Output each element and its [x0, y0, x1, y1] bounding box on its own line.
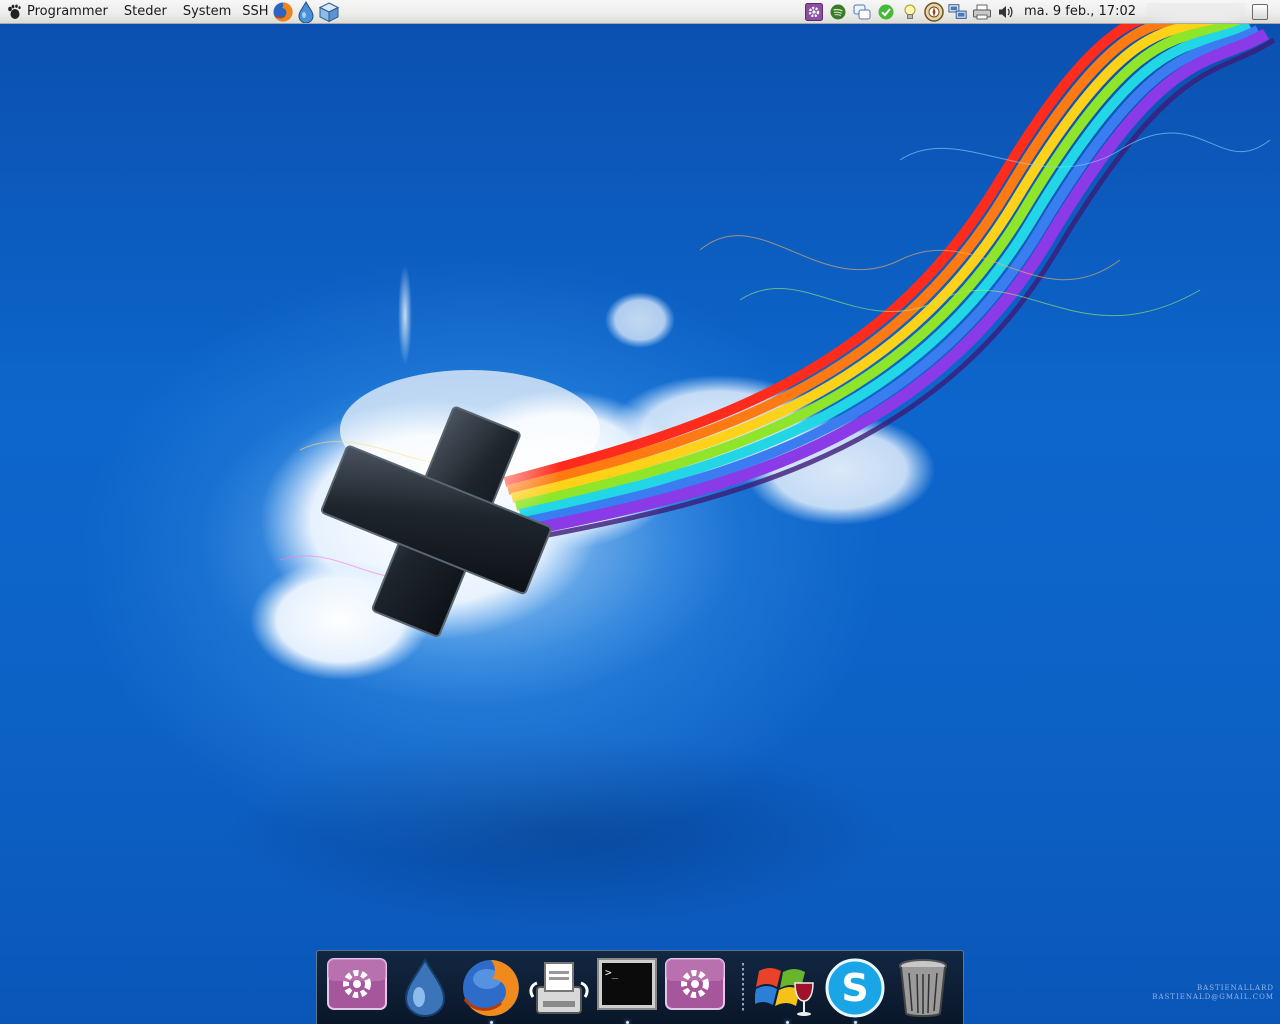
dock-separator — [742, 963, 744, 1013]
network-icon — [948, 3, 967, 19]
tray-compass[interactable] — [924, 1, 944, 22]
firefox-launcher[interactable] — [272, 1, 294, 23]
dock-item-trash[interactable] — [891, 957, 955, 1023]
credit-name: BASTIENALLARD — [1197, 984, 1274, 992]
clock[interactable]: ma. 9 feb., 17:02 — [1018, 4, 1146, 19]
system-menu[interactable]: System — [175, 0, 239, 24]
printer-icon — [973, 4, 991, 19]
user-switcher[interactable] — [1146, 2, 1246, 21]
wallpaper-artwork — [250, 5, 1276, 680]
top-panel: Programmer Steder System SSH ma. 9 feb.,… — [0, 0, 1280, 24]
shutdown-button[interactable] — [1252, 3, 1268, 20]
applications-menu[interactable]: Programmer — [0, 0, 116, 24]
terminal-icon: >_ — [597, 958, 657, 1010]
dock-item-settings-2[interactable] — [663, 957, 727, 1023]
dock-item-skype[interactable]: S — [823, 957, 887, 1024]
deluge-launcher[interactable] — [295, 0, 317, 23]
lightbulb-icon — [904, 4, 916, 19]
volume-icon — [999, 5, 1013, 18]
tray-printer[interactable] — [972, 2, 992, 22]
tray-network[interactable] — [948, 2, 968, 22]
dock-item-deluge[interactable] — [393, 957, 457, 1023]
gnome-foot-icon — [8, 4, 21, 19]
settings-gear-icon — [327, 958, 387, 1010]
dock-item-settings[interactable] — [325, 957, 389, 1023]
chat-bubble-icon — [853, 4, 871, 19]
dock-item-scanner[interactable] — [527, 957, 591, 1023]
deluge-drop-icon — [298, 0, 314, 23]
trash-icon — [899, 959, 947, 1017]
dock: >_ S — [316, 950, 964, 1024]
tray-status[interactable] — [876, 2, 896, 22]
tray-volume[interactable] — [996, 2, 1016, 22]
tray-chat[interactable] — [852, 2, 872, 22]
firefox-icon — [463, 960, 519, 1016]
tray-settings[interactable] — [804, 2, 824, 22]
settings-gear-icon — [665, 958, 725, 1010]
ssh-menu-label: SSH — [242, 4, 269, 19]
notification-area: ma. 9 feb., 17:02 — [802, 0, 1280, 24]
tray-spotify[interactable] — [828, 2, 848, 22]
ssh-menu[interactable]: SSH — [239, 0, 270, 24]
scanner-icon — [529, 962, 589, 1014]
svg-text:S: S — [841, 966, 868, 1010]
settings-gear-icon — [805, 2, 823, 21]
places-menu-label: Steder — [123, 4, 167, 19]
svg-text:>_: >_ — [605, 966, 619, 979]
checkmark-icon — [878, 4, 894, 19]
applications-menu-label: Programmer — [27, 4, 108, 19]
cube-icon — [318, 1, 339, 22]
firefox-icon — [273, 1, 293, 21]
spotify-icon — [830, 4, 846, 19]
wine-windows-icon — [755, 968, 814, 1016]
desktop-wallpaper: BASTIENALLARD BASTIENALD@GMAIL.COM — [0, 0, 1280, 1024]
dock-item-wine[interactable] — [755, 957, 819, 1024]
wallpaper-credit: BASTIENALLARD BASTIENALD@GMAIL.COM — [1152, 984, 1274, 1002]
cube-launcher[interactable] — [318, 1, 340, 23]
deluge-drop-icon — [404, 958, 446, 1017]
places-menu[interactable]: Steder — [116, 0, 175, 24]
credit-email: BASTIENALD@GMAIL.COM — [1152, 993, 1274, 1001]
tray-lightbulb[interactable] — [900, 2, 920, 22]
compass-icon — [924, 1, 944, 22]
dock-item-terminal[interactable]: >_ — [595, 957, 659, 1024]
dock-item-firefox[interactable] — [459, 957, 523, 1024]
skype-icon: S — [825, 958, 885, 1018]
system-menu-label: System — [182, 4, 232, 19]
